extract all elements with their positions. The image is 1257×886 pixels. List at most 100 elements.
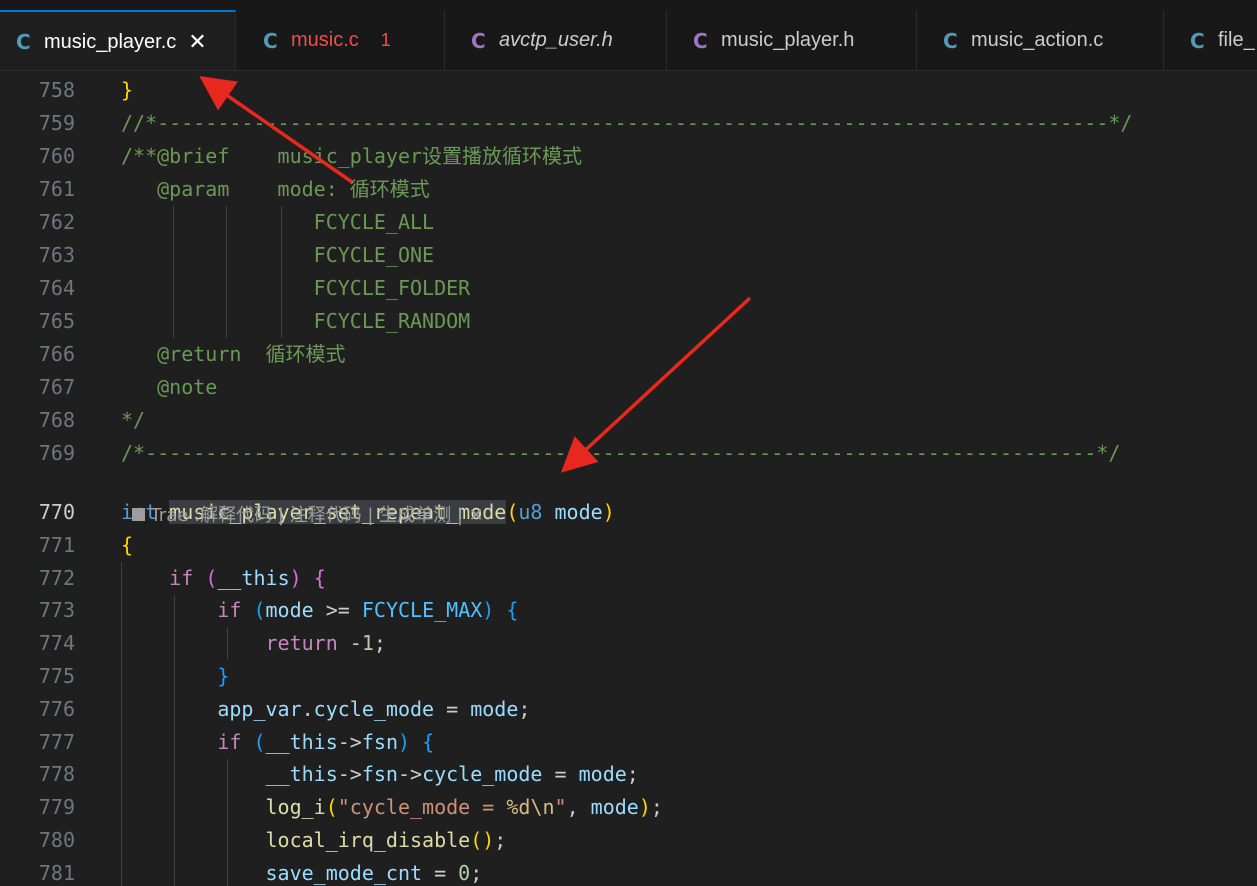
close-icon[interactable]: ✕ — [188, 30, 206, 55]
code-token: ( — [506, 500, 519, 524]
code-line[interactable]: 767 @note — [0, 371, 1257, 404]
code-text[interactable]: __this->fsn->cycle_mode = mode; — [121, 758, 639, 791]
code-line[interactable]: 764 FCYCLE_FOLDER — [0, 272, 1257, 305]
tab-music-player-c[interactable]: C music_player.c ✕ — [0, 10, 236, 70]
code-token: ; — [518, 696, 531, 721]
tab-music-c[interactable]: C music.c 1 — [237, 10, 445, 70]
line-number: 772 — [38, 565, 75, 590]
code-token: if — [217, 598, 242, 623]
code-line[interactable]: 768 */ — [0, 404, 1257, 437]
code-line[interactable]: 759 //*----------------------------------… — [0, 107, 1257, 140]
code-token: ) — [638, 795, 651, 820]
codelens-close-icon[interactable]: ✕ — [469, 505, 484, 526]
c-file-icon: C — [263, 28, 278, 53]
code-text[interactable]: app_var.cycle_mode = mode; — [121, 693, 530, 726]
c-file-icon: C — [943, 28, 958, 53]
tab-avctp-user-h[interactable]: C avctp_user.h — [445, 10, 667, 70]
code-token: } — [217, 664, 230, 688]
tab-label: file_ — [1218, 29, 1255, 51]
code-text[interactable]: log_i("cycle_mode = %d\n", mode); — [121, 791, 663, 824]
code-text[interactable]: @return 循环模式 — [121, 338, 345, 371]
code-line[interactable]: 775 } — [0, 660, 1257, 693]
tab-music-action-c[interactable]: C music_action.c — [917, 10, 1164, 70]
trae-codelens[interactable]: Trae :解释代码 | 注释代码 | 生成单测 | ✕ — [121, 466, 484, 526]
code-line[interactable]: 780 local_irq_disable(); — [0, 824, 1257, 857]
codelens-actions[interactable]: Trae :解释代码 | 注释代码 | 生成单测 | — [150, 505, 468, 526]
code-line[interactable]: 760 /**@brief music_player设置播放循环模式 — [0, 140, 1257, 173]
code-text[interactable]: { — [121, 529, 133, 562]
code-token: fsn — [361, 729, 398, 754]
code-line[interactable]: 779 log_i("cycle_mode = %d\n", mode); — [0, 791, 1257, 824]
line-number: 776 — [38, 696, 75, 721]
code-line[interactable]: 778 __this->fsn->cycle_mode = mode; — [0, 758, 1257, 791]
tab-music-player-h[interactable]: C music_player.h — [667, 10, 917, 70]
code-text[interactable]: */ — [121, 404, 145, 437]
code-token: log_i — [265, 795, 326, 820]
editor-tab-bar: C music_player.c ✕ C music.c 1 C avctp_u… — [0, 0, 1257, 71]
code-token: */ — [121, 408, 146, 432]
line-number: 777 — [38, 729, 75, 754]
code-token: ( — [253, 729, 266, 754]
code-text[interactable]: /**@brief music_player设置播放循环模式 — [121, 140, 582, 173]
code-token: return — [265, 631, 338, 656]
code-token: FCYCLE_ALL — [121, 210, 435, 234]
indent-guide — [281, 206, 282, 338]
code-token: if — [217, 729, 242, 754]
code-line[interactable]: 765 FCYCLE_RANDOM — [0, 305, 1257, 338]
code-line[interactable]: 776 app_var.cycle_mode = mode; — [0, 693, 1257, 726]
code-text[interactable]: if (__this) { — [121, 562, 326, 595]
c-header-file-icon: C — [693, 28, 708, 53]
code-text[interactable]: save_mode_cnt = 0; — [121, 857, 483, 886]
code-text[interactable]: //*-------------------------------------… — [121, 107, 1132, 140]
code-line[interactable]: 766 @return 循环模式 — [0, 338, 1257, 371]
line-number: 781 — [38, 860, 75, 885]
code-line[interactable]: 761 @param mode: 循环模式 — [0, 173, 1257, 206]
code-text[interactable]: } — [121, 660, 229, 693]
code-line[interactable]: 762 FCYCLE_ALL — [0, 206, 1257, 239]
line-number: 759 — [38, 111, 75, 135]
code-token: { — [121, 532, 134, 557]
code-text[interactable]: @note — [121, 371, 217, 404]
code-text[interactable]: return -1; — [121, 627, 386, 660]
code-token: ( — [205, 565, 218, 590]
code-token: { — [422, 729, 435, 754]
code-token: ( — [253, 598, 266, 623]
code-token: -> — [337, 729, 362, 754]
code-text[interactable]: local_irq_disable(); — [121, 824, 507, 857]
tab-file[interactable]: C file_ — [1164, 10, 1257, 70]
code-text[interactable]: if (mode >= FCYCLE_MAX) { — [121, 594, 518, 627]
tab-label: music_player.h — [721, 29, 855, 51]
code-token: "cycle_mode = — [337, 795, 507, 820]
line-number: 760 — [38, 144, 75, 168]
indent-guide — [121, 562, 122, 886]
code-line[interactable]: 771 { — [0, 529, 1257, 562]
code-text[interactable]: FCYCLE_ALL — [121, 206, 434, 239]
code-line[interactable]: 758} — [0, 74, 1257, 107]
code-token: { — [313, 565, 326, 590]
problem-count-badge: 1 — [380, 30, 391, 50]
code-token: fsn — [361, 762, 398, 787]
code-text[interactable]: @param mode: 循环模式 — [121, 173, 430, 206]
code-token: mode — [554, 500, 603, 524]
code-token: } — [121, 78, 134, 102]
code-line[interactable]: 774 return -1; — [0, 627, 1257, 660]
code-line[interactable]: 777 if (__this->fsn) { — [0, 726, 1257, 759]
code-line[interactable]: 772 if (__this) { — [0, 562, 1257, 595]
line-number: 780 — [38, 828, 75, 852]
code-token: = — [434, 696, 471, 721]
code-token: ) — [289, 565, 302, 590]
code-line[interactable]: 763 FCYCLE_ONE — [0, 239, 1257, 272]
code-text[interactable]: FCYCLE_ONE — [121, 239, 434, 272]
code-token: -> — [337, 762, 362, 787]
line-number: 775 — [38, 664, 75, 688]
code-line[interactable]: 773 if (mode >= FCYCLE_MAX) { — [0, 594, 1257, 627]
code-text[interactable]: } — [121, 74, 133, 107]
code-line[interactable]: 781 save_mode_cnt = 0; — [0, 857, 1257, 886]
line-number: 769 — [38, 441, 75, 465]
line-number: 767 — [38, 375, 75, 399]
c-file-icon: C — [16, 30, 31, 54]
code-text[interactable]: if (__this->fsn) { — [121, 726, 434, 759]
